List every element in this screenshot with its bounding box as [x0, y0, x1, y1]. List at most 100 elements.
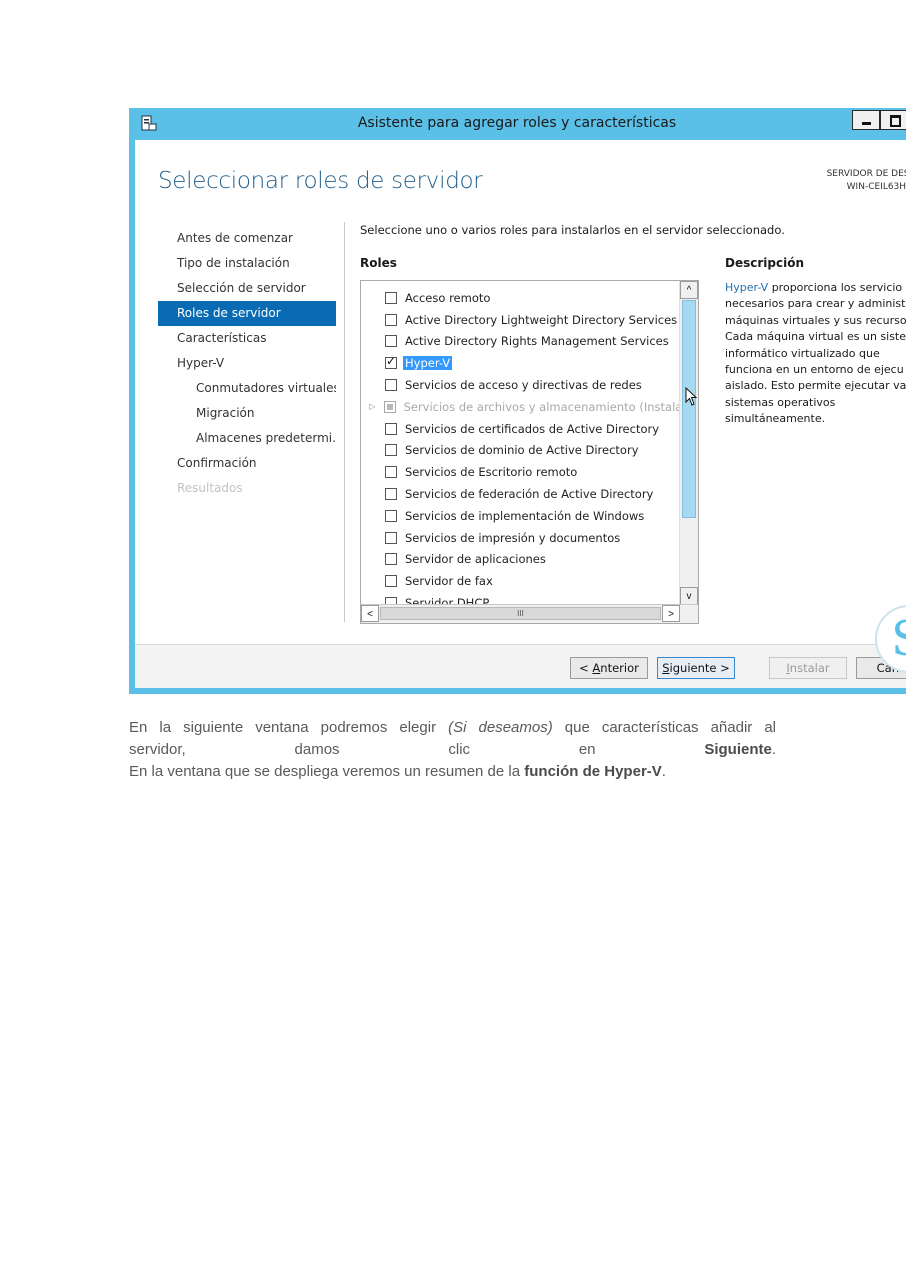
role-checkbox[interactable] [385, 422, 397, 435]
wizard-footer: < Anterior Siguiente > Instalar Canc [135, 645, 906, 688]
minimize-button[interactable] [852, 110, 880, 130]
role-checkbox[interactable] [383, 400, 396, 413]
next-button[interactable]: Siguiente > [657, 657, 735, 679]
horizontal-scrollbar[interactable]: < III > [361, 604, 698, 623]
install-label: nstalar [789, 661, 830, 675]
description-text: Hyper-V proporciona los servicio necesari… [725, 280, 906, 428]
role-checkbox[interactable] [385, 553, 397, 566]
description-line: funciona en un entorno de ejecu [725, 363, 904, 377]
description-line: Hyper-V proporciona los servicio [725, 280, 906, 296]
scroll-right-arrow[interactable]: > [662, 605, 680, 622]
role-checkbox[interactable] [385, 313, 397, 326]
role-item[interactable]: Servicios de certificados de Active Dire… [361, 418, 679, 440]
scroll-thumb[interactable] [682, 300, 696, 518]
role-label: Servicios de implementación de Windows [405, 508, 645, 523]
role-label: Hyper-V [403, 356, 453, 371]
role-checkbox[interactable] [385, 575, 397, 588]
role-label: Servicios de archivos y almacenamiento (… [403, 399, 679, 414]
role-label: Acceso remoto [405, 290, 491, 305]
role-checkbox[interactable] [385, 379, 397, 392]
role-checkbox[interactable] [385, 531, 397, 544]
role-item[interactable]: Servicios de federación de Active Direct… [361, 483, 679, 505]
nav-item[interactable]: Roles de servidor [158, 301, 336, 326]
mouse-cursor-icon [685, 387, 698, 406]
role-item[interactable]: Servidor de aplicaciones [361, 549, 679, 571]
role-item[interactable]: Servicios de Escritorio remoto [361, 461, 679, 483]
previous-prefix: < [579, 661, 593, 675]
nav-item[interactable]: Hyper-V [158, 351, 336, 376]
caption-word: damos [294, 741, 340, 758]
role-item[interactable]: Servicios de dominio de Active Directory [361, 440, 679, 462]
caption-line-1: En la siguiente ventana podremos elegir … [129, 717, 776, 739]
hscroll-thumb[interactable]: III [380, 607, 661, 620]
nav-item[interactable]: Características [158, 326, 336, 351]
role-item[interactable]: Active Directory Rights Management Servi… [361, 331, 679, 353]
role-item[interactable]: Hyper-V [361, 352, 679, 374]
role-label: Servidor de fax [405, 574, 493, 589]
caption-bold: función de Hyper-V [524, 763, 662, 780]
previous-button[interactable]: < Anterior [570, 657, 648, 679]
role-item[interactable]: Acceso remoto [361, 287, 679, 309]
role-checkbox[interactable] [385, 466, 397, 479]
page-title: Seleccionar roles de servidor [158, 168, 483, 194]
role-item[interactable]: Servicios de impresión y documentos [361, 527, 679, 549]
role-checkbox[interactable] [385, 335, 397, 348]
role-checkbox[interactable] [385, 509, 397, 522]
role-item[interactable]: Active Directory Lightweight Directory S… [361, 309, 679, 331]
role-label: Servidor de aplicaciones [405, 552, 546, 567]
role-checkbox[interactable] [385, 291, 397, 304]
description-header: Descripción [725, 256, 804, 270]
role-label: Active Directory Lightweight Directory S… [405, 312, 678, 327]
caption-bold: Siguiente [704, 741, 772, 758]
role-label: Servicios de Escritorio remoto [405, 465, 578, 480]
nav-item: Resultados [177, 481, 243, 495]
nav-item[interactable]: Migración [158, 401, 336, 426]
install-button[interactable]: Instalar [769, 657, 847, 679]
caption-line-3: En la ventana que se despliega veremos u… [129, 761, 776, 783]
nav-item[interactable]: Conmutadores virtuales [158, 376, 336, 401]
nav-item[interactable]: Tipo de instalación [158, 251, 336, 276]
roles-items: Acceso remoto Active Directory Lightweigh… [361, 287, 679, 614]
nav-item[interactable]: Confirmación [158, 451, 336, 476]
scroll-up-arrow[interactable]: ^ [680, 281, 698, 299]
previous-label: nterior [600, 661, 639, 675]
description-line-text: proporciona los servicio [768, 281, 903, 294]
maximize-button[interactable] [880, 110, 906, 130]
scroll-down-arrow[interactable]: v [680, 587, 698, 605]
role-label: Active Directory Rights Management Servi… [405, 334, 669, 349]
roles-instruction: Seleccione uno o varios roles para insta… [360, 223, 785, 237]
caption-period: . [771, 741, 777, 758]
caption-word: en Siguiente. [579, 741, 776, 758]
role-checkbox[interactable] [385, 488, 397, 501]
nav-item[interactable]: Selección de servidor [158, 276, 336, 301]
title-bar: Asistente para agregar roles y caracterí… [129, 108, 906, 140]
role-checkbox[interactable] [385, 444, 397, 457]
nav-item[interactable]: Almacenes predetermi... [158, 426, 336, 451]
wizard-window: Asistente para agregar roles y caracterí… [129, 108, 906, 694]
role-checkbox[interactable] [385, 354, 397, 370]
caption-text: que características añadir al [552, 719, 777, 736]
hyper-v-link[interactable]: Hyper-V [725, 281, 768, 294]
description-line: Cada máquina virtual es un sister [725, 330, 906, 344]
caption-line-2: servidor, damos clic en Siguiente. [129, 739, 776, 761]
role-item[interactable]: Servidor de fax [361, 570, 679, 592]
description-line: máquinas virtuales y sus recursos [725, 313, 906, 327]
caption-period: . [661, 763, 666, 780]
vertical-scrollbar[interactable]: ^ v [679, 281, 698, 605]
scroll-left-arrow[interactable]: < [361, 605, 379, 622]
expand-arrow-icon[interactable]: ▷ [361, 402, 384, 411]
role-item[interactable]: Servicios de implementación de Windows [361, 505, 679, 527]
wizard-nav: Antes de comenzar Tipo de instalación Sele… [158, 226, 336, 501]
window-title: Asistente para agregar roles y caracterí… [357, 115, 677, 131]
role-item[interactable]: Servicios de acceso y directivas de rede… [361, 374, 679, 396]
logo-s-icon: S [891, 613, 906, 665]
description-line: necesarios para crear y administr [725, 297, 906, 311]
caption-word-en: en [578, 741, 596, 758]
nav-item[interactable]: Antes de comenzar [158, 226, 336, 251]
roles-header: Roles [360, 256, 397, 270]
description-line: simultáneamente. [725, 412, 826, 426]
description-line: aislado. Esto permite ejecutar var [725, 379, 906, 393]
roles-list[interactable]: Acceso remoto Active Directory Lightweigh… [360, 280, 699, 624]
caption-italic: (Si deseamos) [448, 719, 553, 736]
role-item[interactable]: ▷ Servicios de archivos y almacenamiento … [361, 396, 679, 418]
